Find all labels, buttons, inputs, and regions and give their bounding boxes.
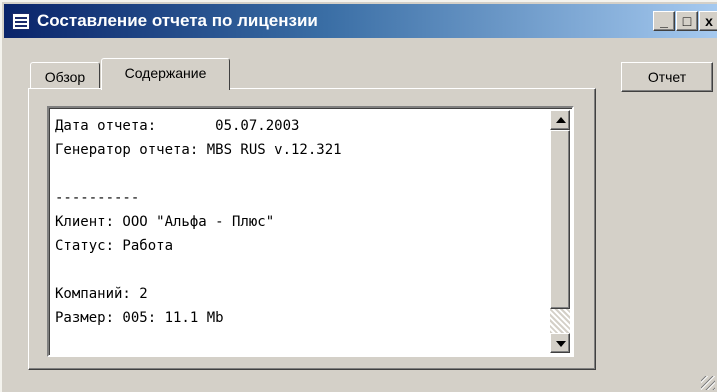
report-line: Дата отчета: 05.07.2003 (55, 118, 300, 134)
tab-contents[interactable]: Содержание (101, 58, 230, 90)
title-bar[interactable]: Составление отчета по лицензии _ □ x (4, 4, 717, 38)
tab-overview[interactable]: Обзор (30, 62, 100, 88)
scrollbar-thumb[interactable] (550, 130, 570, 309)
minimize-button[interactable]: _ (653, 11, 675, 31)
scroll-up-arrow-icon[interactable] (550, 110, 570, 130)
report-line: ---------- (55, 190, 140, 206)
report-line: Клиент: ООО "Альфа - Плюс" (55, 214, 275, 230)
report-line (55, 162, 540, 186)
scroll-down-arrow-icon[interactable] (550, 333, 570, 353)
window-title: Составление отчета по лицензии (37, 11, 318, 30)
report-line (55, 258, 540, 282)
resize-grip-icon[interactable] (701, 376, 715, 390)
report-lines: Дата отчета: 05.07.2003 Генератор отчета:… (55, 114, 540, 330)
vertical-scrollbar[interactable] (550, 110, 570, 353)
close-button[interactable]: x (699, 11, 717, 31)
report-text-area[interactable]: Дата отчета: 05.07.2003 Генератор отчета:… (47, 106, 574, 357)
report-line: Генератор отчета: MBS RUS v.12.321 (55, 142, 342, 158)
report-window: Составление отчета по лицензии _ □ x Обз… (0, 0, 717, 392)
maximize-button[interactable]: □ (676, 11, 698, 31)
report-button[interactable]: Отчет (621, 62, 713, 92)
report-line: Размер: 005: 11.1 Mb (55, 310, 224, 326)
scrollbar-track[interactable] (550, 309, 570, 333)
report-line: Статус: Работа (55, 238, 174, 254)
report-window-icon (12, 13, 30, 30)
report-line: Компаний: 2 (55, 286, 148, 302)
